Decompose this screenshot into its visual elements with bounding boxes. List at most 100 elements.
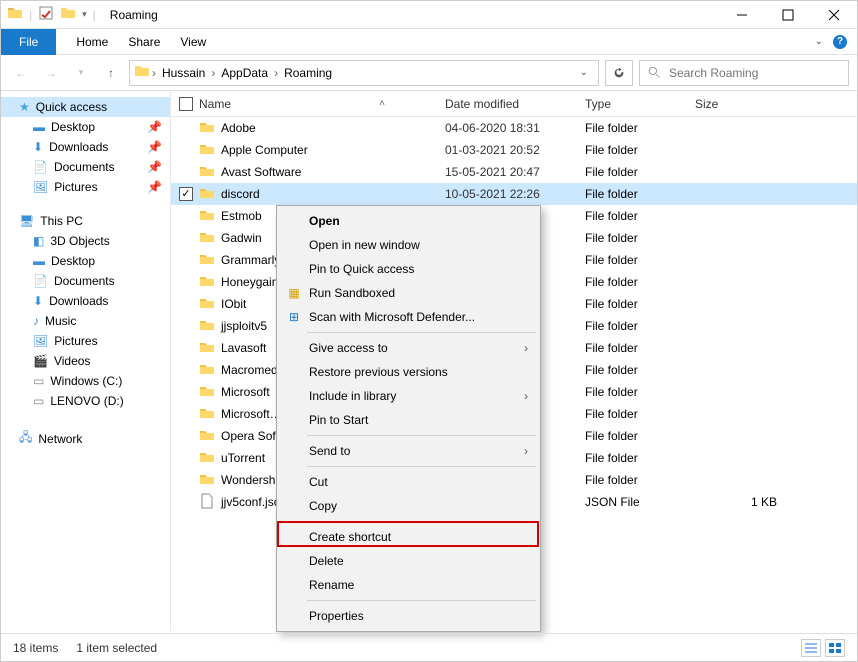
breadcrumb-item[interactable]: AppData [217,66,272,80]
context-open-new-window[interactable]: Open in new window [279,233,538,257]
file-row[interactable]: Avast Software15-05-2021 20:47File folde… [171,161,857,183]
view-tab[interactable]: View [180,29,206,55]
sidebar-item-documents[interactable]: 📄Documents [1,271,170,291]
column-name[interactable]: Name˄ [199,97,445,111]
documents-icon: 📄 [33,160,48,174]
file-type: File folder [585,253,695,267]
ribbon-tabs: File Home Share View ⌄ ? [1,29,857,55]
select-all-checkbox[interactable] [179,97,193,111]
refresh-button[interactable] [605,60,633,86]
ribbon-expand-icon[interactable]: ⌄ [815,36,823,47]
file-row[interactable]: discord10-05-2021 22:26File folder [171,183,857,205]
context-include-library[interactable]: Include in library› [279,384,538,408]
sidebar-item-desktop[interactable]: ▬Desktop📌 [1,117,170,137]
back-button[interactable]: ← [9,61,33,85]
file-type: File folder [585,473,695,487]
sidebar-item-music[interactable]: ♪Music [1,311,170,331]
sidebar-item-documents[interactable]: 📄Documents📌 [1,157,170,177]
folder-icon [199,295,215,314]
sidebar-item-3d-objects[interactable]: ◧3D Objects [1,231,170,251]
qat-dropdown-icon[interactable]: ▾ [82,9,87,20]
context-separator [307,435,536,436]
folder-icon [199,141,215,160]
context-delete[interactable]: Delete [279,549,538,573]
properties-icon[interactable] [38,5,54,24]
up-button[interactable]: ↑ [99,61,123,85]
sidebar-item-pictures[interactable]: 🖼Pictures [1,331,170,351]
sidebar-item-videos[interactable]: 🎬Videos [1,351,170,371]
row-checkbox[interactable] [179,187,193,201]
context-rename[interactable]: Rename [279,573,538,597]
forward-button[interactable]: → [39,61,63,85]
home-tab[interactable]: Home [76,29,108,55]
context-separator [307,600,536,601]
window-title: Roaming [110,8,158,22]
file-row[interactable]: Apple Computer01-03-2021 20:52File folde… [171,139,857,161]
desktop-icon: ▬ [33,254,45,268]
search-box[interactable] [639,60,849,86]
file-type: File folder [585,187,695,201]
folder-icon [199,405,215,424]
pictures-icon: 🖼 [33,180,48,194]
context-pin-quick-access[interactable]: Pin to Quick access [279,257,538,281]
context-menu: Open Open in new window Pin to Quick acc… [276,205,541,632]
folder-icon [199,317,215,336]
share-tab[interactable]: Share [128,29,160,55]
file-row[interactable]: Adobe04-06-2020 18:31File folder [171,117,857,139]
recent-locations-button[interactable]: ▾ [69,61,93,85]
chevron-right-icon[interactable]: › [211,66,215,80]
sort-indicator-icon: ˄ [379,98,385,109]
folder-icon [199,339,215,358]
folder-icon [199,119,215,138]
help-icon[interactable]: ? [833,35,847,49]
minimize-button[interactable] [719,1,765,29]
sidebar-item-downloads[interactable]: ⬇Downloads📌 [1,137,170,157]
column-size[interactable]: Size [695,97,857,111]
videos-icon: 🎬 [33,354,48,368]
file-type: File folder [585,341,695,355]
context-send-to[interactable]: Send to› [279,439,538,463]
address-bar[interactable]: › Hussain › AppData › Roaming ⌄ [129,60,599,86]
context-open[interactable]: Open [279,209,538,233]
file-tab[interactable]: File [1,29,56,55]
context-cut[interactable]: Cut [279,470,538,494]
context-separator [307,332,536,333]
address-dropdown-icon[interactable]: ⌄ [580,67,588,78]
sidebar-item-downloads[interactable]: ⬇Downloads [1,291,170,311]
search-input[interactable] [669,66,840,80]
close-button[interactable] [811,1,857,29]
icons-view-button[interactable] [825,639,845,657]
column-date[interactable]: Date modified [445,97,585,111]
file-type: File folder [585,165,695,179]
context-properties[interactable]: Properties [279,604,538,628]
breadcrumb-item[interactable]: Hussain [158,66,209,80]
sidebar-item-windows-c[interactable]: ▭Windows (C:) [1,371,170,391]
desktop-icon: ▬ [33,120,45,134]
documents-icon: 📄 [33,274,48,288]
folder-icon-small[interactable] [60,5,76,24]
context-pin-start[interactable]: Pin to Start [279,408,538,432]
sidebar-item-pictures[interactable]: 🖼Pictures📌 [1,177,170,197]
chevron-right-icon[interactable]: › [274,66,278,80]
context-scan-defender[interactable]: ⊞Scan with Microsoft Defender... [279,305,538,329]
sidebar-network[interactable]: 🖧Network [1,425,170,452]
breadcrumb-item[interactable]: Roaming [280,66,336,80]
context-create-shortcut[interactable]: Create shortcut [279,525,538,549]
file-date: 04-06-2020 18:31 [445,121,585,135]
sidebar-item-lenovo-d[interactable]: ▭LENOVO (D:) [1,391,170,411]
sidebar-this-pc[interactable]: 🖥This PC [1,211,170,231]
column-type[interactable]: Type [585,97,695,111]
file-name: discord [221,187,260,201]
context-copy[interactable]: Copy [279,494,538,518]
file-name: Gadwin [221,231,262,245]
sidebar-item-desktop[interactable]: ▬Desktop [1,251,170,271]
sidebar-quick-access[interactable]: ★ Quick access [1,97,170,117]
maximize-button[interactable] [765,1,811,29]
context-give-access[interactable]: Give access to› [279,336,538,360]
details-view-button[interactable] [801,639,821,657]
file-name: Grammarly [221,253,280,267]
context-restore-previous[interactable]: Restore previous versions [279,360,538,384]
file-date: 15-05-2021 20:47 [445,165,585,179]
chevron-right-icon[interactable]: › [152,66,156,80]
context-run-sandboxed[interactable]: ▦Run Sandboxed [279,281,538,305]
